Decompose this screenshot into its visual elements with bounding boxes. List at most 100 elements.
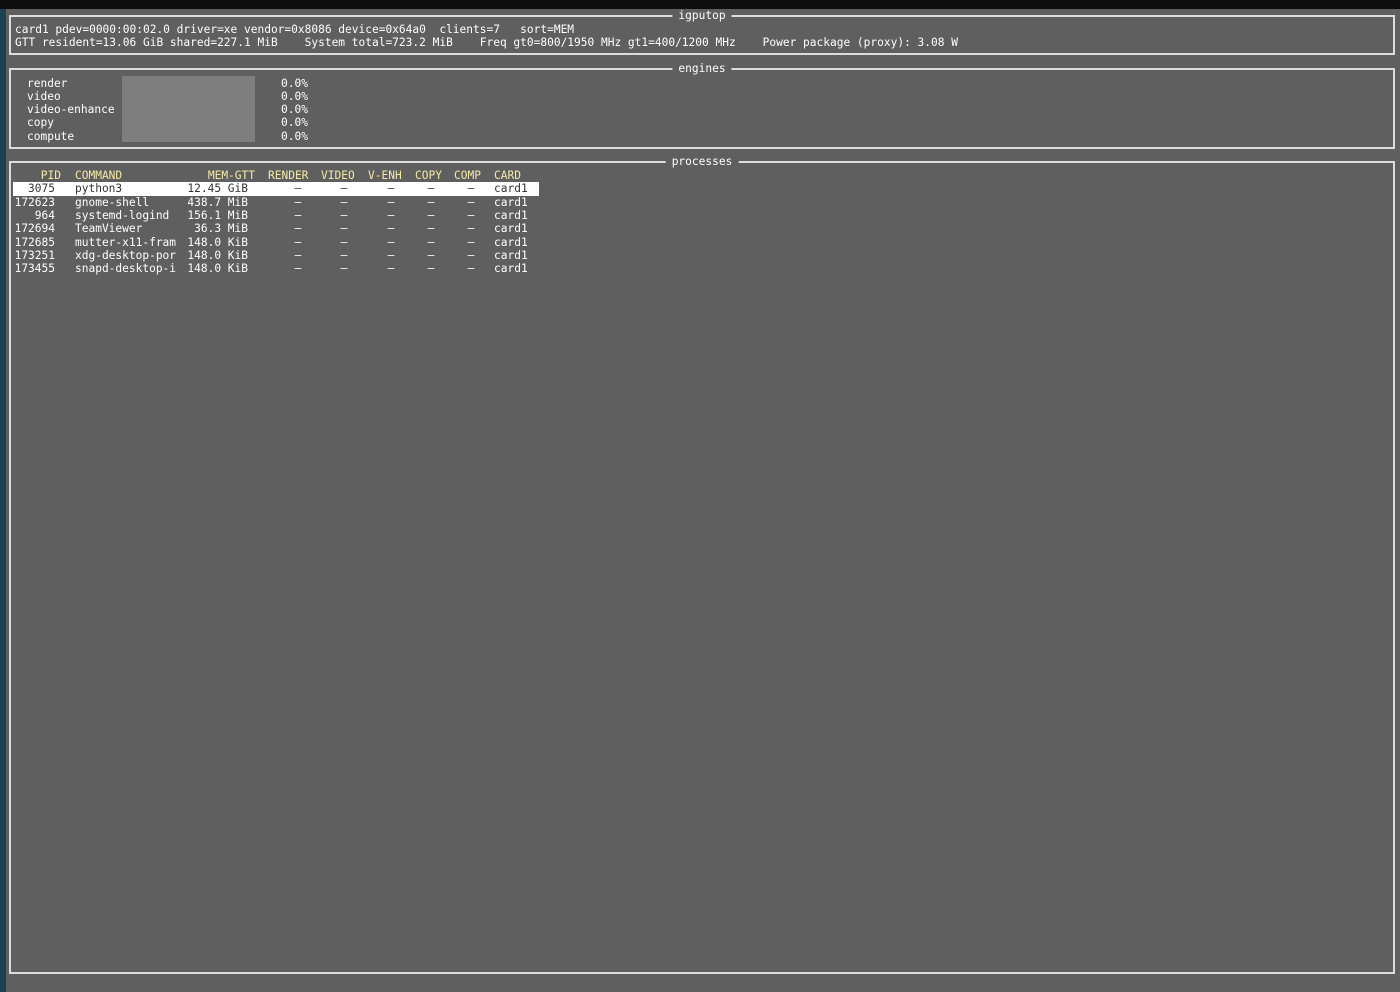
row-v-enh: — xyxy=(387,182,395,196)
row-card: card1 xyxy=(494,235,528,249)
row-pid: 964 xyxy=(34,208,55,222)
engine-percent-copy: 0.0% xyxy=(281,116,308,129)
engine-percent-compute: 0.0% xyxy=(281,130,308,143)
engines-title: engines xyxy=(672,62,732,76)
summary-panel: igputop card1 pdev=0000:00:02.0 driver=x… xyxy=(9,9,1395,55)
row-command: gnome-shell xyxy=(75,195,150,209)
row-v-enh: — xyxy=(387,208,395,222)
row-command: snapd-desktop-i xyxy=(75,262,177,276)
row-card: card1 xyxy=(494,262,528,276)
window-top-bar xyxy=(0,0,1400,9)
row-pid: 173455 xyxy=(14,262,55,276)
column-header-video[interactable]: VIDEO xyxy=(321,169,355,182)
window-left-edge xyxy=(0,9,6,992)
app-title: igputop xyxy=(672,9,732,23)
row-comp: — xyxy=(467,208,475,222)
row-pid: 3075 xyxy=(28,182,55,196)
table-row[interactable]: 172694 TeamViewer 36.3 MiB — — — — — car… xyxy=(13,222,539,235)
row-video: — xyxy=(340,208,348,222)
row-copy: — xyxy=(427,195,435,209)
row-mem-gtt: 36.3 MiB xyxy=(194,222,248,236)
row-card: card1 xyxy=(494,182,528,196)
row-pid: 172685 xyxy=(14,235,55,249)
engine-name-copy: copy xyxy=(27,116,54,129)
row-copy: — xyxy=(427,262,435,276)
row-video: — xyxy=(340,248,348,262)
row-mem-gtt: 148.0 KiB xyxy=(187,248,248,262)
row-render: — xyxy=(294,182,302,196)
column-header-render[interactable]: RENDER xyxy=(268,169,308,182)
row-render: — xyxy=(294,248,302,262)
column-header-pid[interactable]: PID xyxy=(13,169,61,182)
column-header-card[interactable]: CARD xyxy=(494,169,521,182)
row-render: — xyxy=(294,208,302,222)
header-line-1: card1 pdev=0000:00:02.0 driver=xe vendor… xyxy=(15,23,575,36)
row-copy: — xyxy=(427,182,435,196)
engine-name-video: video xyxy=(27,90,61,103)
row-v-enh: — xyxy=(387,195,395,209)
row-pid: 172623 xyxy=(14,195,55,209)
row-pid: 173251 xyxy=(14,248,55,262)
row-v-enh: — xyxy=(387,248,395,262)
row-card: card1 xyxy=(494,208,528,222)
column-header-command[interactable]: COMMAND xyxy=(75,169,122,182)
row-command: python3 xyxy=(75,182,123,196)
table-row[interactable]: 173455 snapd-desktop-i 148.0 KiB — — — —… xyxy=(13,262,539,275)
row-render: — xyxy=(294,222,302,236)
engine-name-render: render xyxy=(27,77,68,90)
row-card: card1 xyxy=(494,248,528,262)
table-row[interactable]: 173251 xdg-desktop-por 148.0 KiB — — — —… xyxy=(13,249,539,262)
engine-name-compute: compute xyxy=(27,130,75,143)
row-v-enh: — xyxy=(387,262,395,276)
row-video: — xyxy=(340,195,348,209)
row-copy: — xyxy=(427,235,435,249)
header-line-2: GTT resident=13.06 GiB shared=227.1 MiB … xyxy=(15,36,958,49)
row-mem-gtt: 12.45 GiB xyxy=(187,182,248,196)
processes-panel: processes PID COMMAND MEM-GTT RENDER VID… xyxy=(9,155,1395,974)
engine-utilization-bar xyxy=(122,76,255,142)
row-comp: — xyxy=(467,235,475,249)
engine-name-video-enhance: video-enhance xyxy=(27,103,115,116)
table-row[interactable]: 172623 gnome-shell 438.7 MiB — — — — — c… xyxy=(13,196,539,209)
row-command: TeamViewer xyxy=(75,222,143,236)
row-comp: — xyxy=(467,248,475,262)
table-row[interactable]: 172685 mutter-x11-fram 148.0 KiB — — — —… xyxy=(13,236,539,249)
row-command: systemd-logind xyxy=(75,208,170,222)
table-row[interactable]: 3075 python3 12.45 GiB — — — — — card1 xyxy=(13,182,539,196)
row-video: — xyxy=(340,222,348,236)
row-pid: 172694 xyxy=(14,222,55,236)
column-header-copy[interactable]: COPY xyxy=(415,169,442,182)
row-card: card1 xyxy=(494,222,528,236)
engines-panel: engines render 0.0% video 0.0% video-enh… xyxy=(9,62,1395,149)
row-command: xdg-desktop-por xyxy=(75,248,177,262)
row-render: — xyxy=(294,262,302,276)
row-comp: — xyxy=(467,222,475,236)
column-header-mem-gtt[interactable]: MEM-GTT xyxy=(183,169,255,182)
row-mem-gtt: 156.1 MiB xyxy=(187,208,248,222)
process-table-header: PID COMMAND MEM-GTT RENDER VIDEO V-ENH C… xyxy=(13,169,539,182)
row-command: mutter-x11-fram xyxy=(75,235,177,249)
row-comp: — xyxy=(467,262,475,276)
row-mem-gtt: 148.0 KiB xyxy=(187,262,248,276)
column-header-v-enh[interactable]: V-ENH xyxy=(368,169,402,182)
row-video: — xyxy=(340,182,348,196)
row-copy: — xyxy=(427,208,435,222)
engine-percent-render: 0.0% xyxy=(281,77,308,90)
row-render: — xyxy=(294,235,302,249)
table-row[interactable]: 964 systemd-logind 156.1 MiB — — — — — c… xyxy=(13,209,539,222)
column-header-comp[interactable]: COMP xyxy=(454,169,481,182)
row-video: — xyxy=(340,235,348,249)
row-comp: — xyxy=(467,182,475,196)
row-comp: — xyxy=(467,195,475,209)
engine-percent-video: 0.0% xyxy=(281,90,308,103)
row-v-enh: — xyxy=(387,222,395,236)
row-copy: — xyxy=(427,222,435,236)
engine-percent-video-enhance: 0.0% xyxy=(281,103,308,116)
row-video: — xyxy=(340,262,348,276)
row-card: card1 xyxy=(494,195,528,209)
row-v-enh: — xyxy=(387,235,395,249)
row-mem-gtt: 148.0 KiB xyxy=(187,235,248,249)
row-render: — xyxy=(294,195,302,209)
row-copy: — xyxy=(427,248,435,262)
processes-title: processes xyxy=(665,155,739,169)
